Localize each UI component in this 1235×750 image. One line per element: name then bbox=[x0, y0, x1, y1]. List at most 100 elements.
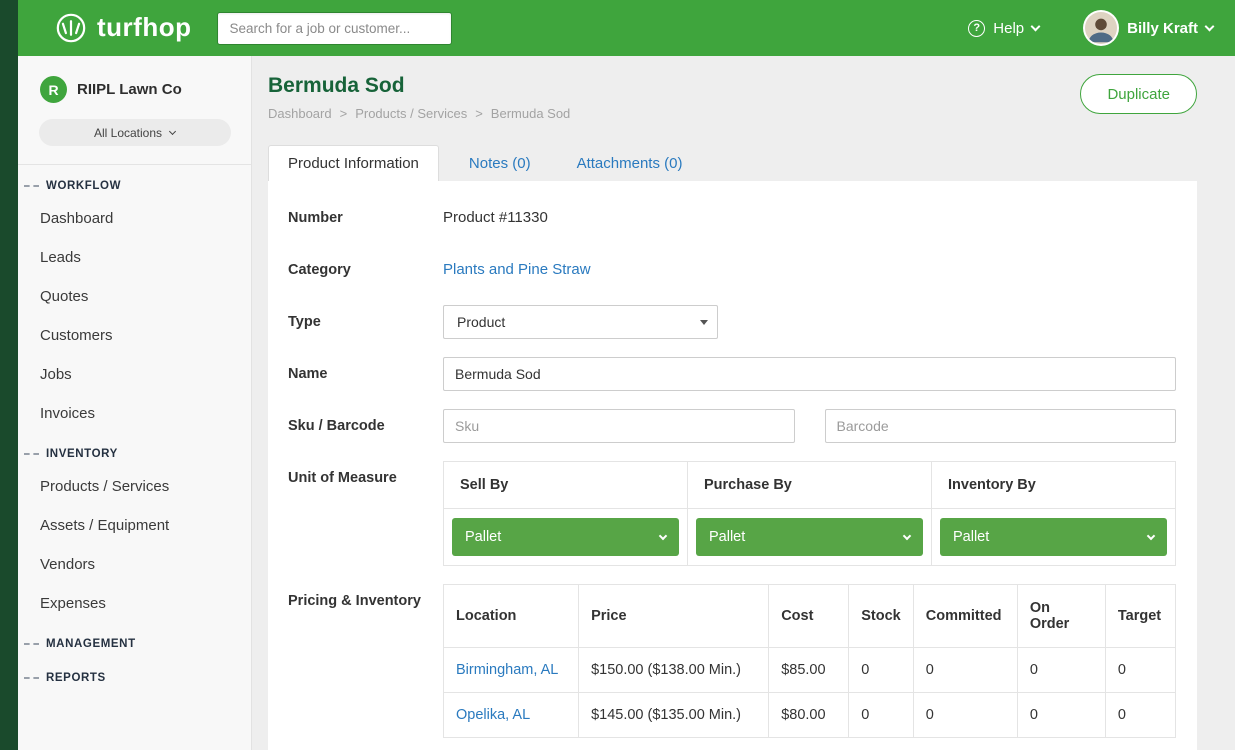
sidebar-item-products-services[interactable]: Products / Services bbox=[18, 467, 251, 506]
dashes-icon bbox=[24, 453, 39, 455]
sell-by-value: Pallet bbox=[465, 529, 501, 545]
sku-barcode-row: Sku / Barcode bbox=[288, 409, 1176, 443]
company-header: R RIIPL Lawn Co bbox=[18, 76, 251, 119]
chevron-down-icon bbox=[169, 128, 176, 135]
tab-attachments[interactable]: Attachments (0) bbox=[561, 146, 699, 181]
column-header-location: Location bbox=[444, 585, 579, 648]
sidebar-edge-strip bbox=[0, 0, 18, 750]
search-input[interactable] bbox=[217, 12, 452, 45]
page-title: Bermuda Sod bbox=[268, 74, 570, 98]
company-logo: R bbox=[40, 76, 67, 103]
breadcrumb-dashboard[interactable]: Dashboard bbox=[268, 106, 332, 121]
number-label: Number bbox=[288, 201, 443, 229]
user-menu[interactable]: Billy Kraft bbox=[1083, 10, 1213, 46]
breadcrumb-current: Bermuda Sod bbox=[491, 106, 571, 121]
sidebar-section-management: MANAGEMENT bbox=[18, 623, 251, 657]
breadcrumb-separator: > bbox=[340, 106, 348, 121]
chevron-down-icon bbox=[1205, 21, 1215, 31]
sidebar-nav: WORKFLOW Dashboard Leads Quotes Customer… bbox=[18, 165, 251, 691]
product-information-card: Number Product #11330 Category Plants an… bbox=[268, 181, 1197, 750]
type-select-value: Product bbox=[457, 314, 505, 330]
sidebar-section-reports: REPORTS bbox=[18, 657, 251, 691]
sidebar-item-expenses[interactable]: Expenses bbox=[18, 584, 251, 623]
pricing-inventory-row: Pricing & Inventory Location Price Cost … bbox=[288, 584, 1176, 738]
column-header-cost: Cost bbox=[769, 585, 849, 648]
locations-dropdown[interactable]: All Locations bbox=[39, 119, 231, 146]
sidebar-section-inventory: INVENTORY bbox=[18, 433, 251, 467]
column-header-on-order: On Order bbox=[1017, 585, 1105, 648]
sidebar-item-vendors[interactable]: Vendors bbox=[18, 545, 251, 584]
brand-logo[interactable]: turfhop bbox=[54, 11, 191, 45]
sku-barcode-label: Sku / Barcode bbox=[288, 409, 443, 437]
chevron-down-icon bbox=[659, 531, 667, 539]
location-link-opelika[interactable]: Opelika, AL bbox=[456, 707, 530, 723]
sidebar-item-invoices[interactable]: Invoices bbox=[18, 394, 251, 433]
category-link[interactable]: Plants and Pine Straw bbox=[443, 261, 591, 278]
uom-header-sell-by: Sell By bbox=[444, 462, 688, 509]
sidebar-section-label: MANAGEMENT bbox=[46, 638, 136, 650]
sidebar-section-label: INVENTORY bbox=[46, 448, 118, 460]
tabs-bar: Product Information Notes (0) Attachment… bbox=[268, 145, 1197, 181]
main-content: Bermuda Sod Dashboard > Products / Servi… bbox=[252, 56, 1235, 750]
name-label: Name bbox=[288, 357, 443, 385]
sidebar-item-leads[interactable]: Leads bbox=[18, 238, 251, 277]
cost-cell: $85.00 bbox=[769, 648, 849, 693]
column-header-committed: Committed bbox=[913, 585, 1017, 648]
top-header: turfhop ? Help Billy Kraft bbox=[18, 0, 1235, 56]
locations-label: All Locations bbox=[94, 126, 162, 140]
sidebar-item-customers[interactable]: Customers bbox=[18, 316, 251, 355]
on-order-cell: 0 bbox=[1017, 648, 1105, 693]
user-avatar bbox=[1083, 10, 1119, 46]
brand-name: turfhop bbox=[97, 14, 191, 43]
sidebar-item-quotes[interactable]: Quotes bbox=[18, 277, 251, 316]
sku-input[interactable] bbox=[443, 409, 795, 443]
table-row: Opelika, AL $145.00 ($135.00 Min.) $80.0… bbox=[444, 693, 1176, 738]
column-header-price: Price bbox=[579, 585, 769, 648]
sell-by-dropdown[interactable]: Pallet bbox=[452, 518, 679, 556]
dashes-icon bbox=[24, 677, 39, 679]
caret-down-icon bbox=[700, 320, 708, 325]
on-order-cell: 0 bbox=[1017, 693, 1105, 738]
sidebar-item-dashboard[interactable]: Dashboard bbox=[18, 199, 251, 238]
turfhop-logo-icon bbox=[54, 11, 88, 45]
inventory-by-dropdown[interactable]: Pallet bbox=[940, 518, 1167, 556]
sidebar-item-jobs[interactable]: Jobs bbox=[18, 355, 251, 394]
target-cell: 0 bbox=[1105, 693, 1175, 738]
type-select[interactable]: Product bbox=[443, 305, 718, 339]
purchase-by-dropdown[interactable]: Pallet bbox=[696, 518, 923, 556]
tab-notes[interactable]: Notes (0) bbox=[453, 146, 547, 181]
sidebar: R RIIPL Lawn Co All Locations WORKFLOW D… bbox=[18, 56, 252, 750]
sidebar-item-assets-equipment[interactable]: Assets / Equipment bbox=[18, 506, 251, 545]
tab-product-information[interactable]: Product Information bbox=[268, 145, 439, 181]
inventory-by-value: Pallet bbox=[953, 529, 989, 545]
price-cell: $150.00 ($138.00 Min.) bbox=[579, 648, 769, 693]
help-label: Help bbox=[993, 20, 1024, 37]
location-link-birmingham[interactable]: Birmingham, AL bbox=[456, 662, 558, 678]
purchase-by-value: Pallet bbox=[709, 529, 745, 545]
type-label: Type bbox=[288, 305, 443, 333]
help-menu[interactable]: ? Help bbox=[968, 20, 1039, 37]
name-row: Name bbox=[288, 357, 1176, 391]
barcode-input[interactable] bbox=[825, 409, 1177, 443]
uom-header-inventory-by: Inventory By bbox=[932, 462, 1176, 509]
category-row: Category Plants and Pine Straw bbox=[288, 253, 1176, 287]
price-cell: $145.00 ($135.00 Min.) bbox=[579, 693, 769, 738]
cost-cell: $80.00 bbox=[769, 693, 849, 738]
pricing-header-row: Location Price Cost Stock Committed On O… bbox=[444, 585, 1176, 648]
unit-of-measure-row: Unit of Measure Sell By Purchase By Inve… bbox=[288, 461, 1176, 566]
type-row: Type Product bbox=[288, 305, 1176, 339]
company-name: RIIPL Lawn Co bbox=[77, 81, 182, 98]
name-input[interactable] bbox=[443, 357, 1176, 391]
chevron-down-icon bbox=[903, 531, 911, 539]
breadcrumb-products-services[interactable]: Products / Services bbox=[355, 106, 467, 121]
sidebar-section-label: REPORTS bbox=[46, 672, 106, 684]
target-cell: 0 bbox=[1105, 648, 1175, 693]
dashes-icon bbox=[24, 643, 39, 645]
breadcrumb: Dashboard > Products / Services > Bermud… bbox=[268, 106, 570, 121]
unit-of-measure-label: Unit of Measure bbox=[288, 461, 443, 489]
committed-cell: 0 bbox=[913, 648, 1017, 693]
stock-cell: 0 bbox=[849, 693, 914, 738]
user-name: Billy Kraft bbox=[1127, 20, 1198, 37]
duplicate-button[interactable]: Duplicate bbox=[1080, 74, 1197, 114]
sidebar-section-workflow: WORKFLOW bbox=[18, 165, 251, 199]
